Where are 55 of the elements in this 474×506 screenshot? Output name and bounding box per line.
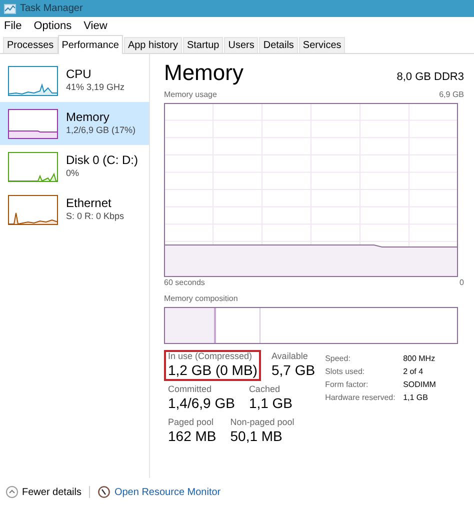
window-title: Task Manager bbox=[20, 2, 83, 16]
menu-item[interactable]: File bbox=[4, 18, 22, 34]
detail-key: Hardware reserved: bbox=[325, 392, 404, 404]
usage-max: 6,9 GB bbox=[439, 89, 464, 101]
sidebar-item[interactable]: Memory 1,2/6,9 GB (17%) bbox=[0, 102, 149, 145]
item-detail: 1,2/6,9 GB (17%) bbox=[66, 125, 136, 137]
item-name: Disk 0 (C: D:) bbox=[66, 153, 138, 168]
stat-label: In use (Compressed) bbox=[168, 351, 254, 362]
item-name: Memory bbox=[66, 110, 110, 126]
detail-value: 2 of 4 bbox=[403, 366, 424, 378]
tab[interactable]: App history bbox=[124, 37, 182, 53]
detail-value: SODIMM bbox=[403, 379, 436, 391]
usage-label: Memory usage bbox=[164, 89, 217, 101]
stat-value: 5,7 GB bbox=[271, 362, 316, 380]
time-start-label: 60 seconds bbox=[164, 277, 205, 289]
stat-label: Cached bbox=[248, 384, 281, 395]
menu-item[interactable]: Options bbox=[34, 18, 72, 34]
stat-value: 1,2 GB (0 MB) bbox=[168, 362, 258, 380]
time-end-label: 0 bbox=[460, 277, 464, 289]
composition-label: Memory composition bbox=[164, 293, 239, 305]
stat-label: Non-paged pool bbox=[230, 416, 294, 428]
stat-value: 1,4/6,9 GB bbox=[168, 395, 235, 412]
stat-value: 50,1 MB bbox=[230, 428, 284, 446]
item-detail: 41% 3,19 GHz bbox=[66, 82, 125, 94]
resource-monitor-link[interactable]: Open Resource Monitor bbox=[98, 484, 221, 500]
stat-label: Paged pool bbox=[168, 416, 215, 428]
sidebar-item[interactable]: Disk 0 (C: D:) 0% bbox=[0, 145, 149, 188]
detail-value: 800 MHz bbox=[403, 353, 436, 365]
detail-key: Form factor: bbox=[325, 379, 404, 391]
detail-key: Speed: bbox=[325, 353, 404, 365]
tab[interactable]: Services bbox=[298, 37, 346, 53]
menu-item[interactable]: View bbox=[84, 18, 108, 34]
gauge-icon bbox=[98, 486, 110, 498]
detail-key: Slots used: bbox=[325, 366, 404, 378]
tab[interactable]: Details bbox=[259, 37, 298, 53]
collapse-icon bbox=[6, 486, 18, 498]
app-icon bbox=[4, 4, 16, 14]
panel-title: Memory bbox=[164, 59, 244, 87]
tab[interactable]: Users bbox=[224, 37, 258, 53]
item-detail: 0% bbox=[66, 168, 80, 180]
tab[interactable]: Performance bbox=[58, 35, 123, 54]
sidebar-item[interactable]: CPU 41% 3,19 GHz bbox=[0, 59, 149, 102]
item-name: CPU bbox=[66, 67, 92, 82]
item-detail: S: 0 R: 0 Kbps bbox=[66, 211, 124, 223]
stat-label: Available bbox=[271, 351, 309, 362]
stat-label: Committed bbox=[168, 384, 213, 395]
memory-spec: 8,0 GB DDR3 bbox=[396, 70, 464, 85]
detail-value: 1,1 GB bbox=[403, 392, 429, 404]
fewer-details-button[interactable]: Fewer details bbox=[6, 484, 82, 500]
stat-value: 1,1 GB bbox=[248, 395, 293, 412]
tab[interactable]: Processes bbox=[3, 37, 58, 53]
stat-value: 162 MB bbox=[168, 428, 216, 446]
sidebar-item[interactable]: Ethernet S: 0 R: 0 Kbps bbox=[0, 188, 149, 231]
tab[interactable]: Startup bbox=[182, 37, 224, 53]
item-name: Ethernet bbox=[66, 196, 112, 212]
